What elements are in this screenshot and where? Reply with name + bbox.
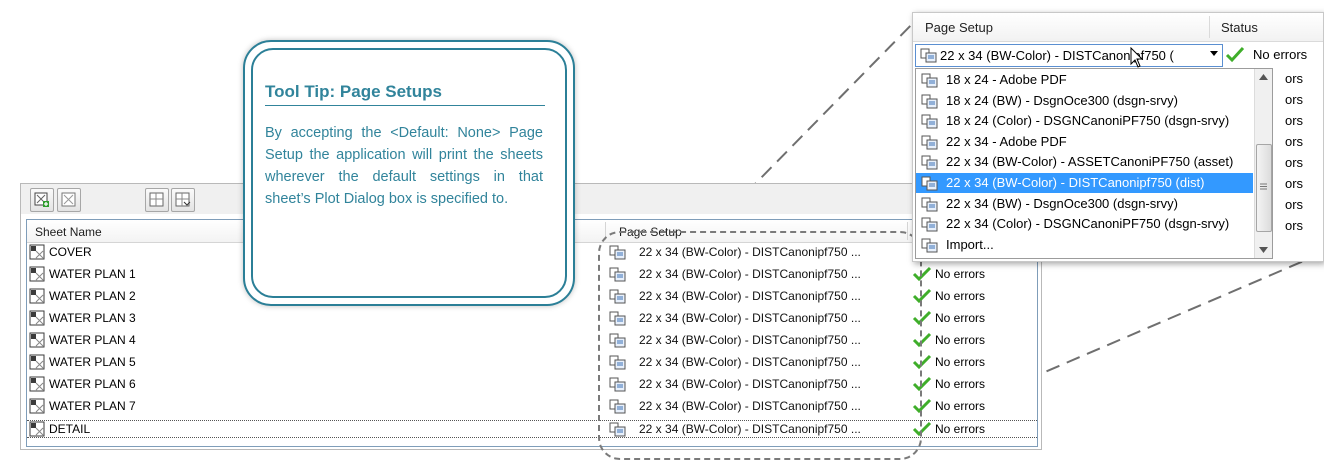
grip-icon [1260, 183, 1267, 190]
dropdown-option-label: 22 x 34 (Color) - DSGNCanoniPF750 (dsgn-… [946, 216, 1230, 232]
sheet-name-cell: WATER PLAN 1 [49, 267, 136, 281]
sheet-icon [29, 310, 45, 326]
tooltip-body: By accepting the <Default: None> Page Se… [265, 125, 543, 207]
status-cell: No errors [935, 355, 986, 369]
zoom-header: Page Setup Status [913, 13, 1323, 42]
status-cell: No errors [935, 311, 986, 325]
dropdown-option-label: 22 x 34 (BW-Color) - DISTCanonipf750 (di… [946, 175, 1205, 190]
dropdown-option-label: 22 x 34 (BW-Color) - ASSETCanoniPF750 (a… [946, 154, 1234, 170]
sheet-name-cell: DETAIL [49, 422, 91, 436]
new-sheet-icon [34, 192, 49, 207]
status-text-fragment: ors [1285, 71, 1304, 86]
sheet-name-cell: WATER PLAN 2 [49, 289, 136, 303]
sheet-icon [29, 244, 45, 260]
page-setup-highlight [598, 231, 922, 460]
sheet-name-cell: WATER PLAN 3 [49, 311, 136, 325]
status-text-fragment: ors [1285, 92, 1304, 107]
zoom-header-page-setup[interactable]: Page Setup [925, 20, 993, 35]
dropdown-option[interactable]: 22 x 34 (BW-Color) - ASSETCanoniPF750 (a… [916, 152, 1253, 172]
status-cell: No errors [935, 377, 986, 391]
sheet-name-cell: WATER PLAN 7 [49, 399, 136, 413]
tooltip-callout: Tool Tip: Page Setups By accepting the <… [243, 40, 575, 306]
sheet-name-cell: WATER PLAN 5 [49, 355, 136, 369]
dropdown-option[interactable]: 18 x 24 (BW) - DsgnOce300 (dsgn-srvy) [916, 91, 1253, 111]
status-text-fragment: ors [1285, 176, 1304, 191]
dropdown-option[interactable]: 22 x 34 (BW) - DsgnOce300 (dsgn-srvy) [916, 194, 1253, 214]
sheet-icon [29, 288, 45, 304]
page-setup-combobox[interactable]: 22 x 34 (BW-Color) - DISTCanonipf750 ( [915, 44, 1223, 67]
sheet-name-cell: WATER PLAN 6 [49, 377, 136, 391]
page-setup-dropdown-list[interactable]: 18 x 24 - Adobe PDF 18 x 24 (BW) - DsgnOc… [915, 68, 1273, 259]
dropdown-option[interactable]: 18 x 24 - Adobe PDF [916, 70, 1253, 90]
status-text-fragment: ors [1285, 218, 1304, 233]
zoom-selected-row: 22 x 34 (BW-Color) - DISTCanonipf750 ( N… [913, 43, 1323, 68]
sheet-grid-button[interactable] [145, 188, 169, 212]
page-setup-icon [920, 48, 937, 63]
dropdown-option[interactable]: 18 x 24 (Color) - DSGNCanoniPF750 (dsgn-… [916, 111, 1253, 131]
sheet-grid-icon [149, 192, 164, 207]
page-setup-icon [921, 135, 938, 150]
import-icon [921, 238, 938, 253]
dropdown-option[interactable]: 22 x 34 - Adobe PDF [916, 132, 1253, 152]
tooltip-divider [265, 105, 545, 106]
scroll-up-icon[interactable] [1259, 74, 1268, 80]
sheet-name-cell: WATER PLAN 4 [49, 333, 136, 347]
dropdown-option-label: 22 x 34 - Adobe PDF [946, 133, 1067, 149]
new-sheet-button[interactable] [30, 188, 54, 212]
page-setup-icon [921, 94, 938, 109]
dropdown-option-label: 18 x 24 (BW) - DsgnOce300 (dsgn-srvy) [946, 92, 1178, 108]
status-text-fragment: ors [1285, 113, 1304, 128]
page-setup-dropdown-zoom: Page Setup Status 22 x 34 (BW-Color) - D… [912, 12, 1324, 262]
zoom-status-text: No errors [1253, 47, 1308, 62]
status-text-fragment: ors [1285, 155, 1304, 170]
page-setup-icon [921, 176, 938, 191]
status-cell: No errors [935, 422, 986, 436]
sheet-icon [29, 398, 45, 414]
scrollbar-thumb[interactable] [1256, 144, 1272, 232]
status-cell: No errors [935, 333, 986, 347]
header-sheet-name[interactable]: Sheet Name [35, 225, 102, 239]
check-icon [1225, 46, 1245, 63]
dropdown-option[interactable]: 22 x 34 (BW-Color) - DISTCanonipf750 (di… [916, 173, 1253, 193]
status-cell: No errors [935, 399, 986, 413]
page-setup-icon [921, 155, 938, 170]
status-text-fragment: ors [1285, 134, 1304, 149]
page-setup-icon [921, 114, 938, 129]
sheet-icon [29, 266, 45, 282]
page-setup-icon [921, 217, 938, 232]
status-text-fragment: ors [1285, 197, 1304, 212]
tooltip-title: Tool Tip: Page Setups [265, 82, 442, 101]
dropdown-option[interactable]: 22 x 34 (Color) - DSGNCanoniPF750 (dsgn-… [916, 214, 1253, 234]
status-cell: No errors [935, 289, 986, 303]
sheet-icon [29, 354, 45, 370]
page-setup-icon [921, 73, 938, 88]
page-setup-icon [921, 197, 938, 212]
dropdown-option[interactable]: Import... [916, 235, 1253, 255]
chevron-down-icon[interactable] [1210, 51, 1218, 56]
dropdown-option-label: 22 x 34 (BW) - DsgnOce300 (dsgn-srvy) [946, 195, 1178, 211]
sheet-icon [29, 421, 45, 437]
sheet-icon [29, 376, 45, 392]
scroll-down-icon[interactable] [1259, 247, 1268, 253]
sheet-export-icon [175, 192, 191, 207]
sheet-name-cell: COVER [49, 245, 92, 259]
dropdown-option-label: 18 x 24 (Color) - DSGNCanoniPF750 (dsgn-… [946, 113, 1230, 129]
sheet-icon [29, 332, 45, 348]
sheet-export-button[interactable] [171, 188, 195, 212]
zoom-header-status[interactable]: Status [1221, 20, 1258, 35]
dropdown-option-label: 18 x 24 - Adobe PDF [946, 72, 1067, 87]
sheet-icon [61, 192, 76, 207]
dropdown-option-label: Import... [946, 236, 994, 252]
dropdown-scrollbar[interactable] [1254, 69, 1272, 258]
status-cell: No errors [935, 267, 986, 281]
sheet-button[interactable] [57, 188, 81, 212]
